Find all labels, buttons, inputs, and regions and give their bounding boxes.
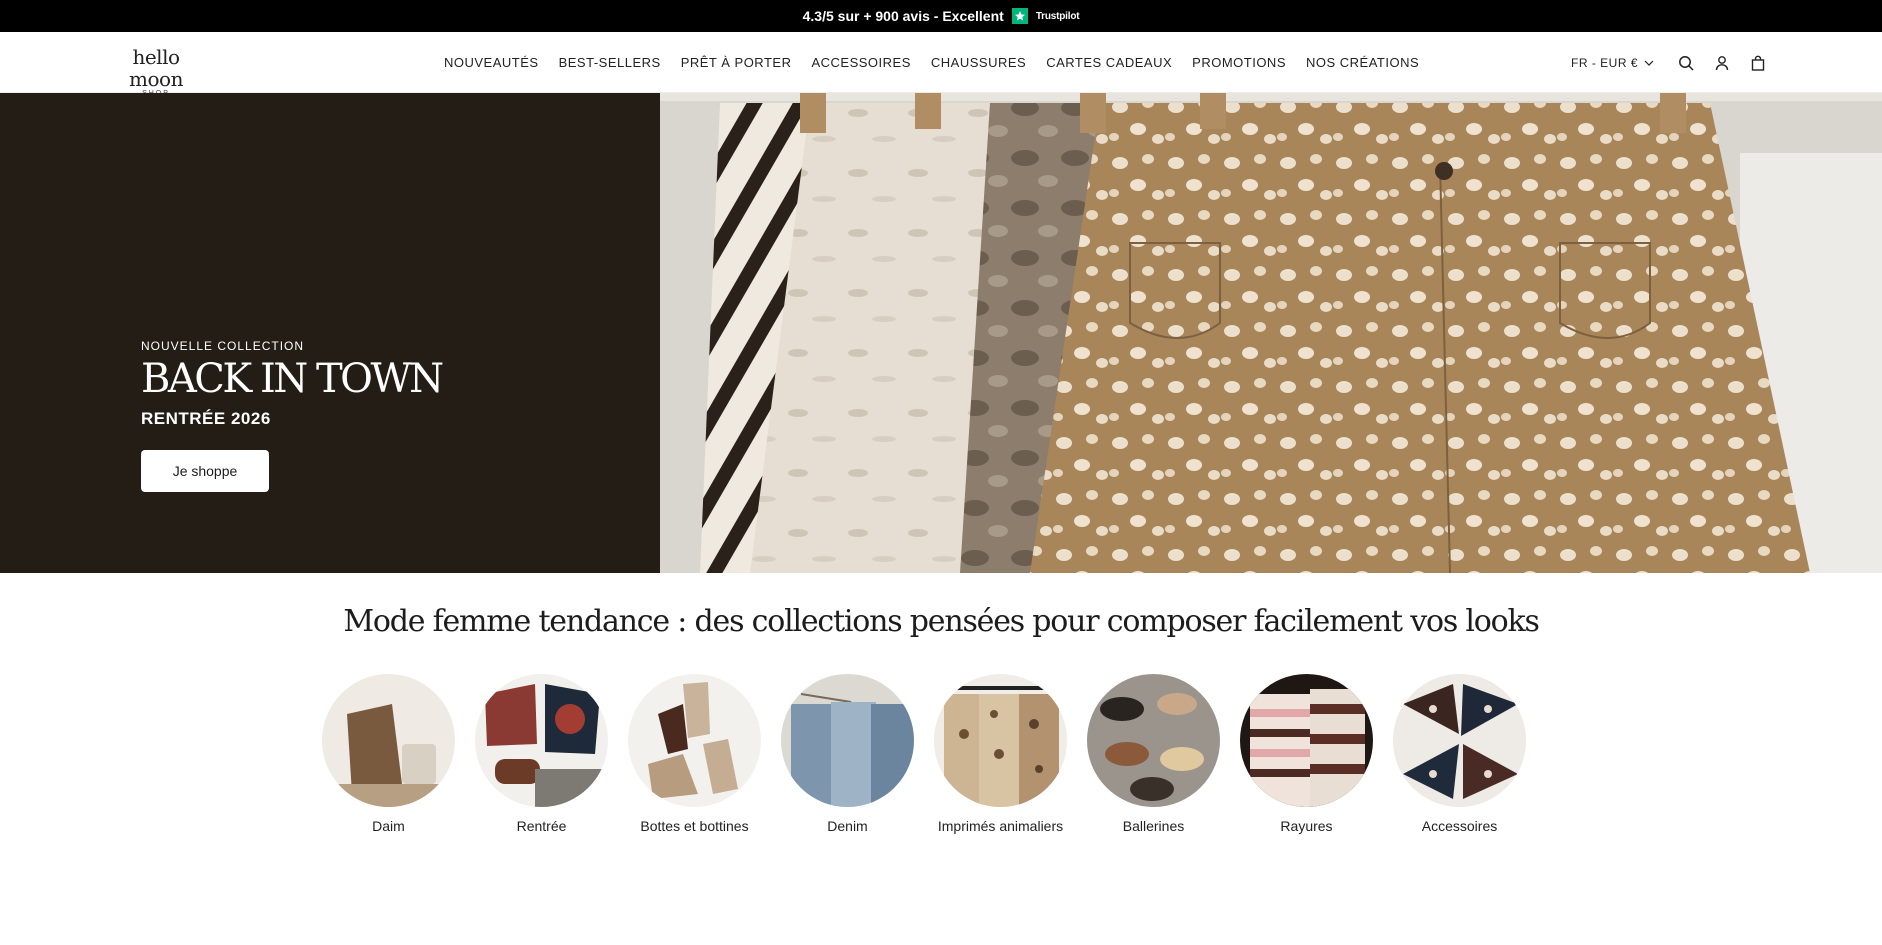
category-label: Rentrée bbox=[516, 818, 567, 834]
search-icon[interactable] bbox=[1675, 52, 1697, 74]
rating-text: 4.3/5 sur + 900 avis - Excellent bbox=[802, 8, 1004, 24]
category-image bbox=[1240, 674, 1373, 807]
category-image bbox=[781, 674, 914, 807]
section-title: Mode femme tendance : des collections pe… bbox=[343, 604, 1540, 639]
logo-main: hello moon bbox=[129, 45, 183, 91]
category-label: Rayures bbox=[1280, 818, 1333, 834]
hero-text-panel: NOUVELLE COLLECTION BACK IN TOWN RENTRÉE… bbox=[0, 93, 660, 573]
hero-subtitle: RENTRÉE 2026 bbox=[141, 409, 271, 428]
category-bottes[interactable]: Bottes et bottines bbox=[628, 674, 761, 834]
chevron-down-icon bbox=[1644, 60, 1654, 66]
nav-item-nouveautes[interactable]: NOUVEAUTÉS bbox=[444, 55, 539, 70]
logo[interactable]: hello moon SHOP bbox=[104, 46, 208, 97]
site-header: hello moon SHOP NOUVEAUTÉS BEST-SELLERS … bbox=[0, 32, 1882, 97]
hero-image[interactable] bbox=[660, 93, 1882, 573]
category-label: Bottes et bottines bbox=[640, 818, 749, 834]
category-image bbox=[934, 674, 1067, 807]
category-list: Daim Rentrée Bottes et bottines Denim Im… bbox=[322, 674, 1526, 834]
category-rayures[interactable]: Rayures bbox=[1240, 674, 1373, 834]
category-label: Daim bbox=[372, 818, 405, 834]
locale-label: FR - EUR € bbox=[1571, 55, 1639, 70]
locale-selector[interactable]: FR - EUR € bbox=[1571, 32, 1654, 93]
nav-item-pret-a-porter[interactable]: PRÊT À PORTER bbox=[681, 55, 792, 70]
category-accessoires[interactable]: Accessoires bbox=[1393, 674, 1526, 834]
trustpilot-star-icon bbox=[1011, 8, 1028, 24]
nav-item-accessoires[interactable]: ACCESSOIRES bbox=[811, 55, 910, 70]
category-rentree[interactable]: Rentrée bbox=[475, 674, 608, 834]
hero-eyebrow: NOUVELLE COLLECTION bbox=[141, 339, 305, 353]
category-label: Ballerines bbox=[1122, 818, 1185, 834]
announcement-bar[interactable]: 4.3/5 sur + 900 avis - Excellent Trustpi… bbox=[0, 0, 1882, 32]
nav-item-promotions[interactable]: PROMOTIONS bbox=[1192, 55, 1286, 70]
hero-title: BACK IN TOWN bbox=[141, 356, 444, 402]
category-denim[interactable]: Denim bbox=[781, 674, 914, 834]
nav-item-nos-creations[interactable]: NOS CRÉATIONS bbox=[1306, 55, 1419, 70]
nav-item-chaussures[interactable]: CHAUSSURES bbox=[931, 55, 1026, 70]
category-label: Denim bbox=[827, 818, 868, 834]
category-image bbox=[475, 674, 608, 807]
shopping-bag-icon[interactable] bbox=[1747, 52, 1769, 74]
category-image bbox=[1087, 674, 1220, 807]
category-ballerines[interactable]: Ballerines bbox=[1087, 674, 1220, 834]
category-image bbox=[322, 674, 455, 807]
category-daim[interactable]: Daim bbox=[322, 674, 455, 834]
category-image bbox=[628, 674, 761, 807]
shop-now-button[interactable]: Je shoppe bbox=[141, 450, 269, 492]
category-label: Imprimés animaliers bbox=[937, 818, 1064, 834]
hero-pants-illustration bbox=[660, 93, 1882, 573]
nav-item-best-sellers[interactable]: BEST-SELLERS bbox=[559, 55, 661, 70]
hero-banner: NOUVELLE COLLECTION BACK IN TOWN RENTRÉE… bbox=[0, 93, 1882, 573]
trustpilot-brand: Trustpilot bbox=[1035, 10, 1080, 22]
category-imprimes-animaliers[interactable]: Imprimés animaliers bbox=[934, 674, 1067, 834]
user-icon[interactable] bbox=[1711, 52, 1733, 74]
category-label: Accessoires bbox=[1421, 818, 1498, 834]
main-nav: NOUVEAUTÉS BEST-SELLERS PRÊT À PORTER AC… bbox=[444, 32, 1419, 93]
nav-item-cartes-cadeaux[interactable]: CARTES CADEAUX bbox=[1046, 55, 1172, 70]
category-image bbox=[1393, 674, 1526, 807]
